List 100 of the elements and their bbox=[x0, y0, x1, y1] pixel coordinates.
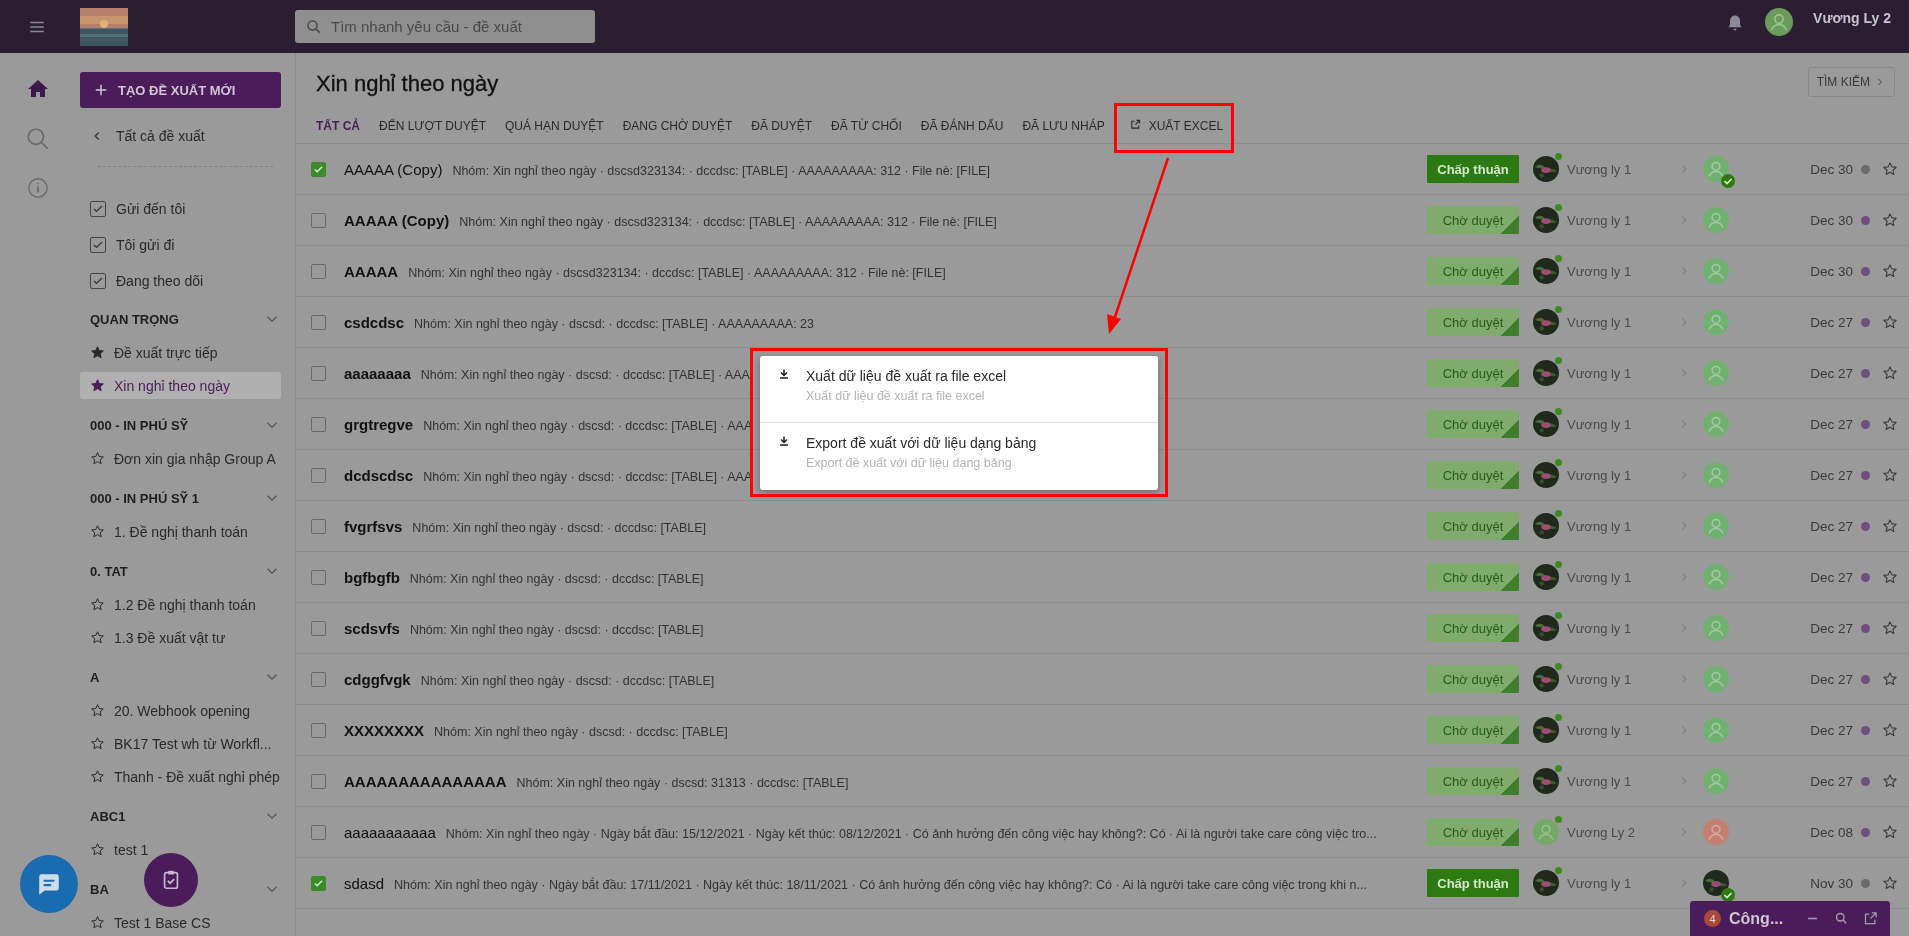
search-icon bbox=[305, 18, 323, 36]
checkbox[interactable] bbox=[311, 365, 326, 381]
chat-title[interactable]: Công... bbox=[1729, 909, 1791, 928]
checkbox[interactable] bbox=[311, 416, 326, 432]
request-title[interactable]: AAAAA (Copy) bbox=[344, 211, 450, 229]
nav-item[interactable]: Test 1 Base CS bbox=[80, 909, 281, 936]
request-title[interactable]: bgfbgfb bbox=[344, 568, 400, 586]
requester-name: Vương ly 1 bbox=[1567, 620, 1632, 636]
requester-name: Vương ly 1 bbox=[1567, 875, 1632, 891]
checkbox[interactable] bbox=[90, 237, 106, 253]
request-title[interactable]: AAAAA bbox=[344, 262, 399, 280]
status-badge: Chờ duyệt bbox=[1427, 563, 1519, 591]
nav-item[interactable]: 1. Đề nghị thanh toán bbox=[80, 518, 281, 545]
checkbox[interactable] bbox=[311, 773, 326, 789]
request-title[interactable]: aaaaaaaa bbox=[344, 364, 411, 382]
online-dot bbox=[1555, 204, 1562, 211]
checkbox[interactable] bbox=[311, 161, 326, 177]
requester-name: Vương ly 1 bbox=[1567, 467, 1632, 483]
filter-tab[interactable]: ĐẾN LƯỢT DUYỆT bbox=[379, 119, 486, 143]
request-title[interactable]: XXXXXXXX bbox=[344, 721, 425, 739]
star-outline-icon[interactable] bbox=[1882, 467, 1898, 483]
plus-icon bbox=[94, 83, 108, 97]
external-link-icon[interactable] bbox=[1863, 911, 1878, 926]
star-outline-icon[interactable] bbox=[1882, 875, 1898, 891]
request-title[interactable]: fvgrfsvs bbox=[344, 517, 403, 535]
checkbox[interactable] bbox=[311, 314, 326, 330]
checkbox[interactable] bbox=[311, 875, 326, 891]
checkbox[interactable] bbox=[311, 620, 326, 636]
filter-label[interactable]: Gửi đến tôi bbox=[116, 201, 186, 217]
filter-tab[interactable]: ĐÃ ĐÁNH DẤU bbox=[920, 119, 1004, 143]
nav-item[interactable]: Thanh - Đề xuất nghỉ phép bbox=[80, 763, 281, 790]
filter-tab[interactable]: TẤT CẢ bbox=[316, 119, 360, 143]
checkbox[interactable] bbox=[311, 467, 326, 483]
status-badge: Chờ duyệt bbox=[1427, 461, 1519, 489]
online-dot bbox=[1555, 408, 1562, 415]
nav-item[interactable]: 1.3 Đề xuất vật tư bbox=[80, 624, 281, 651]
back-link[interactable]: Tất cả đề xuất bbox=[80, 126, 281, 146]
nav-item[interactable]: Xin nghỉ theo ngày bbox=[80, 372, 281, 399]
filter-tab[interactable]: ĐÃ LƯU NHÁP bbox=[1022, 119, 1105, 143]
checkbox[interactable] bbox=[90, 273, 106, 289]
create-request-button[interactable]: TẠO ĐỀ XUẤT MỚI bbox=[80, 72, 281, 108]
checkbox[interactable] bbox=[311, 518, 326, 534]
filter-label[interactable]: Tôi gửi đi bbox=[116, 237, 175, 253]
date-text: Dec 27 bbox=[1809, 671, 1853, 687]
star-outline-icon[interactable] bbox=[1882, 416, 1898, 432]
star-outline-icon[interactable] bbox=[1882, 518, 1898, 534]
star-outline-icon[interactable] bbox=[1882, 620, 1898, 636]
star-outline-icon[interactable] bbox=[1882, 722, 1898, 738]
nav-item[interactable]: 1.2 Đề nghị thanh toán bbox=[80, 591, 281, 618]
checkbox[interactable] bbox=[311, 722, 326, 738]
request-title[interactable]: grgtregve bbox=[344, 415, 414, 433]
star-outline-icon[interactable] bbox=[1882, 569, 1898, 585]
filter-tab[interactable]: QUÁ HẠN DUYỆT bbox=[505, 119, 604, 143]
nav-item[interactable]: test 1 bbox=[80, 836, 281, 863]
checkbox[interactable] bbox=[311, 212, 326, 228]
request-title[interactable]: scdsvfs bbox=[344, 619, 400, 637]
star-outline-icon[interactable] bbox=[1882, 263, 1898, 279]
avatar-icon[interactable] bbox=[1765, 8, 1794, 36]
search-field[interactable]: Tìm nhanh yêu cầu - đề xuất bbox=[295, 10, 595, 43]
filter-tab[interactable]: ĐÃ DUYỆT bbox=[751, 119, 812, 143]
checkbox[interactable] bbox=[311, 671, 326, 687]
search-icon[interactable] bbox=[1834, 911, 1849, 926]
request-title[interactable]: cdggfvgk bbox=[344, 670, 411, 688]
star-outline-icon[interactable] bbox=[1882, 824, 1898, 840]
group-heading: 000 - IN PHÚ SỸ bbox=[90, 417, 189, 433]
search-button[interactable]: TÌM KIẾM bbox=[1807, 67, 1895, 97]
status-badge: Chấp thuận bbox=[1427, 869, 1519, 897]
checkbox[interactable] bbox=[311, 263, 326, 279]
request-title[interactable]: sdasd bbox=[344, 874, 385, 892]
date-text: Dec 27 bbox=[1809, 722, 1853, 738]
request-title[interactable]: dcdscdsc bbox=[344, 466, 414, 484]
star-outline-icon[interactable] bbox=[1882, 365, 1898, 381]
checkbox[interactable] bbox=[311, 824, 326, 840]
check-icon bbox=[313, 877, 324, 889]
status-badge: Chờ duyệt bbox=[1427, 359, 1519, 387]
request-title[interactable]: csdcdsc bbox=[344, 313, 405, 331]
star-outline-icon[interactable] bbox=[1882, 161, 1898, 177]
request-title[interactable]: aaaaaaaaaaa bbox=[344, 823, 436, 841]
menu-item[interactable]: Xuất dữ liệu đề xuất ra file excel Xuất dữ liệu đề xuất ra file excel bbox=[760, 356, 1158, 423]
checkbox[interactable] bbox=[311, 569, 326, 585]
menu-item[interactable]: Export đề xuất với dữ liệu dạng bảng Export đề xuất với dữ liệu dạng bảng bbox=[760, 423, 1158, 490]
export-link[interactable]: XUẤT EXCEL bbox=[1123, 119, 1224, 143]
nav-item[interactable]: Đơn xin gia nhập Group A bbox=[80, 445, 281, 472]
request-title[interactable]: AAAAA (Copy) bbox=[344, 160, 443, 178]
nav-item[interactable]: BK17 Test wh từ Workfl... bbox=[80, 730, 281, 757]
star-outline-icon[interactable] bbox=[1882, 671, 1898, 687]
request-title[interactable]: AAAAAAAAAAAAAAA bbox=[344, 772, 507, 790]
filter-tab[interactable]: ĐANG CHỜ DUYỆT bbox=[622, 119, 733, 143]
star-outline-icon[interactable] bbox=[1882, 212, 1898, 228]
star-outline-icon[interactable] bbox=[1882, 773, 1898, 789]
filter-tab[interactable]: ĐÃ TỪ CHỐI bbox=[831, 119, 902, 143]
status-badge: Chờ duyệt bbox=[1427, 767, 1519, 795]
filter-label[interactable]: Đang theo dõi bbox=[116, 273, 204, 289]
page-title: Xin nghỉ theo ngày bbox=[316, 71, 499, 97]
external-link-icon bbox=[1129, 119, 1141, 130]
star-outline-icon[interactable] bbox=[1882, 314, 1898, 330]
nav-item[interactable]: Đề xuất trực tiếp bbox=[80, 339, 281, 366]
checkbox[interactable] bbox=[90, 201, 106, 217]
date-text: Dec 30 bbox=[1809, 263, 1853, 279]
nav-item[interactable]: 20. Webhook opening bbox=[80, 697, 281, 724]
